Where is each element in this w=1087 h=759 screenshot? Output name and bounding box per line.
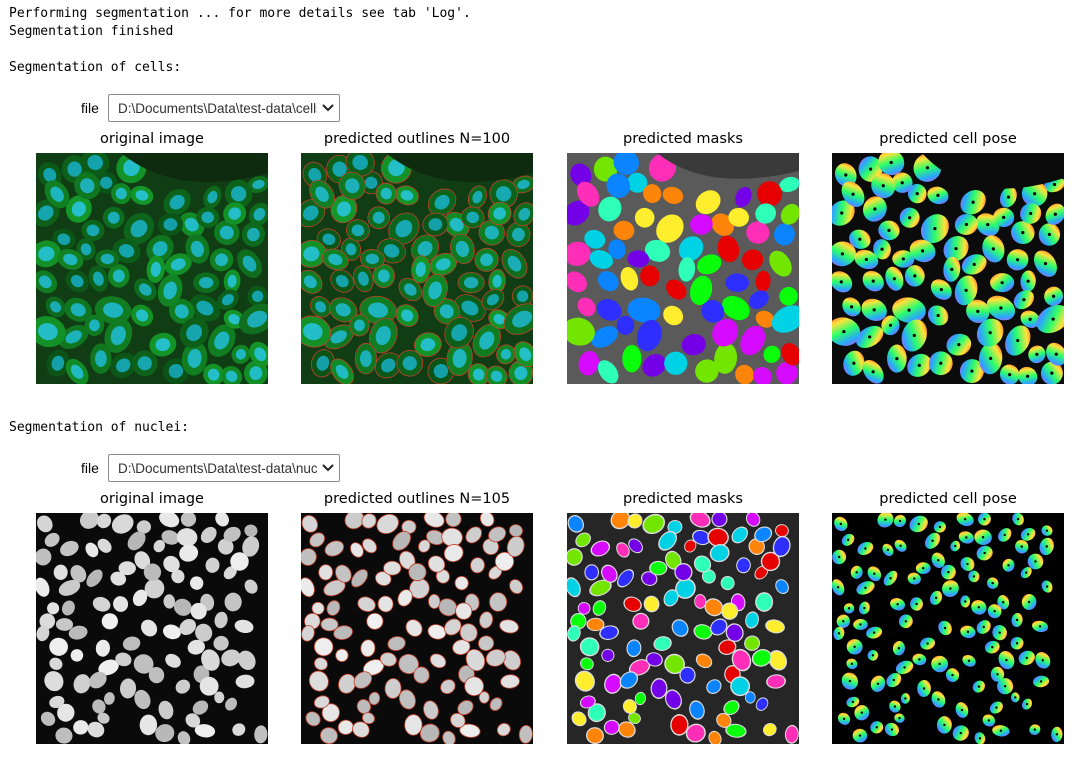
file-label: file: [81, 100, 99, 116]
file-row-cells: file D:\Documents\Data\test-data\cells.t…: [81, 93, 340, 123]
panel-title-cellpose: predicted cell pose: [879, 491, 1017, 507]
file-select-nuclei[interactable]: D:\Documents\Data\test-data\nuclei.tif: [108, 454, 340, 482]
nuclei-masks-image: [567, 513, 799, 744]
nuclei-outlines-image: [301, 513, 533, 744]
cells-cellpose-image: [832, 153, 1064, 384]
panel-title-outlines: predicted outlines N=105: [323, 491, 511, 507]
chevron-down-icon[interactable]: [317, 455, 339, 481]
status-line-performing: Performing segmentation ... for more det…: [9, 6, 471, 21]
file-select-cells[interactable]: D:\Documents\Data\test-data\cells.tif: [108, 94, 340, 122]
section-heading-nuclei: Segmentation of nuclei:: [9, 420, 190, 435]
file-select-value: D:\Documents\Data\test-data\cells.tif: [118, 100, 317, 116]
cells-original-image: [36, 153, 268, 384]
panel-title-masks: predicted masks: [623, 131, 743, 147]
file-select-value: D:\Documents\Data\test-data\nuclei.tif: [118, 460, 317, 476]
panel-title-cellpose: predicted cell pose: [879, 131, 1017, 147]
nuclei-cellpose-image: [832, 513, 1064, 744]
cells-masks-image: [567, 153, 799, 384]
panel-title-original: original image: [100, 491, 204, 507]
cells-outlines-image: [301, 153, 533, 384]
nuclei-original-image: [36, 513, 268, 744]
chevron-down-icon[interactable]: [317, 95, 339, 121]
panel-title-original: original image: [100, 131, 204, 147]
panel-title-outlines: predicted outlines N=100: [323, 131, 511, 147]
section-heading-cells: Segmentation of cells:: [9, 60, 182, 75]
panel-title-masks: predicted masks: [623, 491, 743, 507]
file-row-nuclei: file D:\Documents\Data\test-data\nuclei.…: [81, 453, 340, 483]
file-label: file: [81, 460, 99, 476]
status-line-finished: Segmentation finished: [9, 24, 174, 39]
